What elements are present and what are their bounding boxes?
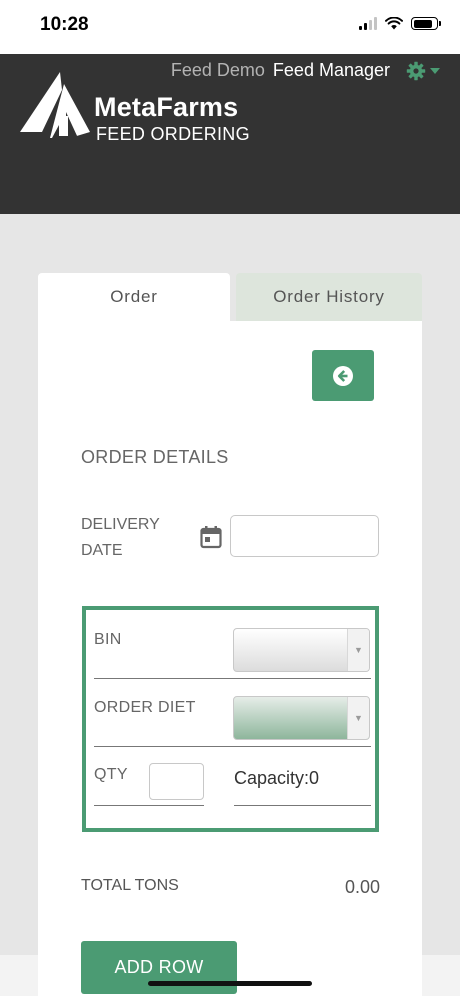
gear-icon[interactable] [406,61,426,81]
wifi-icon [385,17,403,30]
add-row-button[interactable]: ADD ROW [81,941,237,994]
dropdown-arrow-icon: ▼ [347,697,369,739]
dropdown-arrow-icon: ▼ [347,629,369,671]
order-row: BIN ▼ ORDER DIET ▼ QTY Capacity:0 [82,606,379,832]
qty-input[interactable] [149,763,204,800]
divider [94,678,371,679]
tab-order-history[interactable]: Order History [236,273,422,321]
order-form-card: ORDER DETAILS DELIVERY DATE BIN ▼ ORDER … [38,321,422,996]
brand-subtitle: FEED ORDERING [96,124,250,144]
order-diet-label: ORDER DIET [94,699,196,716]
delivery-date-input[interactable] [230,515,379,557]
page-edge [422,955,460,996]
org-name: Feed Demo [170,60,265,80]
section-title: ORDER DETAILS [81,447,229,467]
total-tons-label: TOTAL TONS [81,877,179,894]
brand-name: MetaFarms [94,92,239,122]
divider [234,805,371,806]
cellular-signal-icon [359,17,377,30]
order-diet-select[interactable]: ▼ [233,696,370,740]
qty-label: QTY [94,766,128,783]
total-tons-value: 0.00 [344,877,380,897]
home-indicator[interactable] [148,981,312,986]
tab-order[interactable]: Order [38,273,230,321]
chevron-down-icon[interactable] [430,67,440,74]
calendar-icon[interactable] [200,525,222,549]
back-button[interactable] [312,350,374,401]
page-edge [0,955,38,996]
bin-select[interactable]: ▼ [233,628,370,672]
battery-icon [411,17,441,30]
status-time: 10:28 [40,14,89,35]
status-icons [359,17,441,30]
capacity-text: Capacity:0 [234,768,320,788]
bin-label: BIN [94,631,122,648]
app-header: Feed Demo Feed Manager MetaFarms FEED OR… [0,54,460,214]
divider [94,805,204,806]
metafarms-logo-icon [20,72,90,138]
divider [94,746,371,747]
header-user: Feed Demo Feed Manager [171,60,440,81]
role-name: Feed Manager [272,60,390,80]
arrow-left-circle-icon [333,365,353,386]
settings-menu[interactable] [406,61,440,81]
status-bar: 10:28 [0,0,460,54]
delivery-date-label: DELIVERY DATE [81,516,160,559]
